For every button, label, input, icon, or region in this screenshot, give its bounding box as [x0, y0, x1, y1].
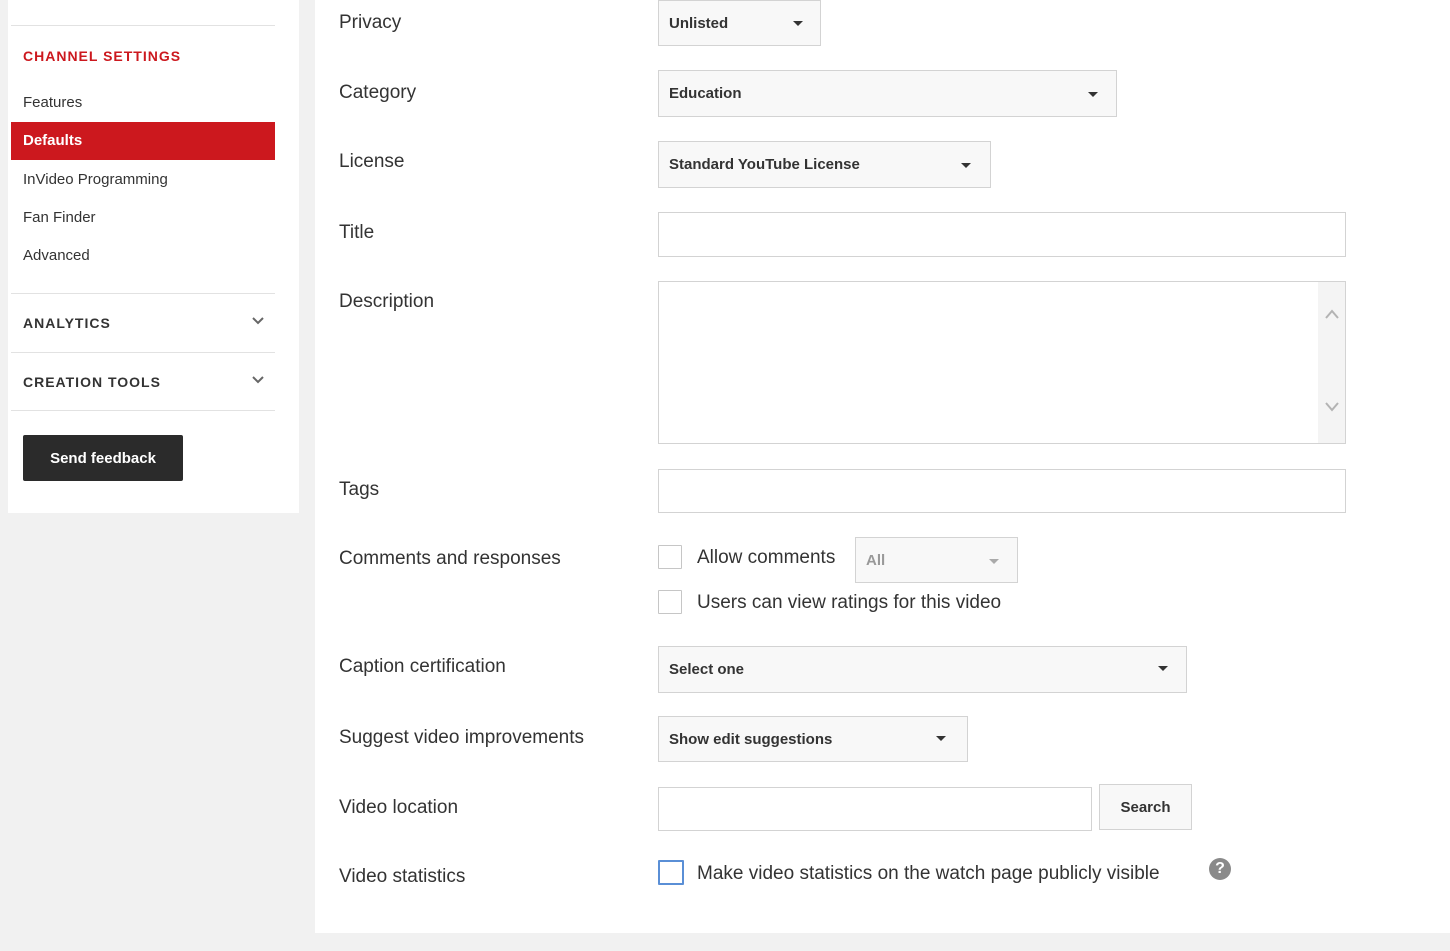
chevron-up-icon[interactable] [1324, 308, 1340, 320]
privacy-select[interactable]: Unlisted [658, 0, 821, 46]
caption-value: Select one [669, 661, 745, 678]
category-select[interactable]: Education [658, 70, 1117, 117]
title-label: Title [339, 222, 375, 243]
category-value: Education [669, 85, 742, 102]
tags-input[interactable] [658, 469, 1346, 513]
category-label: Category [339, 82, 417, 103]
privacy-value: Unlisted [669, 15, 729, 32]
sidebar-item-advanced[interactable]: Advanced [11, 237, 275, 275]
analytics-label: ANALYTICS [23, 315, 111, 331]
caret-down-icon [1088, 92, 1098, 97]
caret-down-icon [793, 21, 803, 26]
privacy-label: Privacy [339, 12, 402, 33]
comments-label: Comments and responses [339, 548, 561, 569]
ratings-visible-label: Users can view ratings for this video [697, 592, 1002, 613]
comments-filter-value: All [866, 552, 886, 569]
sidebar-item-features[interactable]: Features [11, 84, 275, 122]
description-label: Description [339, 291, 435, 312]
tags-label: Tags [339, 479, 380, 500]
allow-comments-label: Allow comments [697, 547, 836, 568]
creation-tools-label: CREATION TOOLS [23, 374, 161, 390]
suggest-value: Show edit suggestions [669, 731, 833, 748]
chevron-down-icon [252, 376, 264, 384]
creation-tools-section[interactable]: CREATION TOOLS [11, 352, 275, 410]
help-icon[interactable]: ? [1209, 858, 1231, 880]
sidebar: CHANNEL SETTINGS Features Defaults InVid… [8, 0, 299, 513]
location-input[interactable] [658, 787, 1092, 831]
analytics-section[interactable]: ANALYTICS [11, 293, 275, 351]
sidebar-divider [11, 25, 275, 26]
location-search-button[interactable]: Search [1099, 784, 1192, 830]
caret-down-icon [989, 559, 999, 564]
ratings-visible-checkbox[interactable] [658, 590, 682, 614]
caret-down-icon [961, 163, 971, 168]
chevron-down-icon [252, 317, 264, 325]
suggest-select[interactable]: Show edit suggestions [658, 716, 968, 762]
license-select[interactable]: Standard YouTube License [658, 141, 991, 188]
license-label: License [339, 151, 405, 172]
title-input[interactable] [658, 212, 1346, 257]
suggest-label: Suggest video improvements [339, 727, 585, 748]
chevron-down-icon[interactable] [1324, 401, 1340, 413]
channel-settings-title: CHANNEL SETTINGS [23, 48, 182, 64]
description-scrollbar[interactable] [1318, 282, 1345, 443]
location-label: Video location [339, 797, 459, 818]
sidebar-item-defaults[interactable]: Defaults [11, 122, 275, 160]
description-textarea[interactable] [658, 281, 1346, 444]
comments-filter-select[interactable]: All [855, 537, 1018, 583]
sidebar-item-invideo-programming[interactable]: InVideo Programming [11, 161, 275, 199]
caret-down-icon [936, 736, 946, 741]
caption-select[interactable]: Select one [658, 646, 1187, 693]
license-value: Standard YouTube License [669, 156, 860, 173]
caret-down-icon [1158, 666, 1168, 671]
allow-comments-checkbox[interactable] [658, 545, 682, 569]
caption-label: Caption certification [339, 656, 506, 677]
sidebar-divider [11, 410, 275, 411]
statistics-public-label: Make video statistics on the watch page … [697, 863, 1160, 884]
statistics-public-checkbox[interactable] [658, 860, 684, 885]
sidebar-item-fan-finder[interactable]: Fan Finder [11, 199, 275, 237]
send-feedback-button[interactable]: Send feedback [23, 435, 183, 481]
defaults-form: Privacy Unlisted Category Education Lice… [315, 0, 1450, 933]
statistics-label: Video statistics [339, 866, 466, 887]
